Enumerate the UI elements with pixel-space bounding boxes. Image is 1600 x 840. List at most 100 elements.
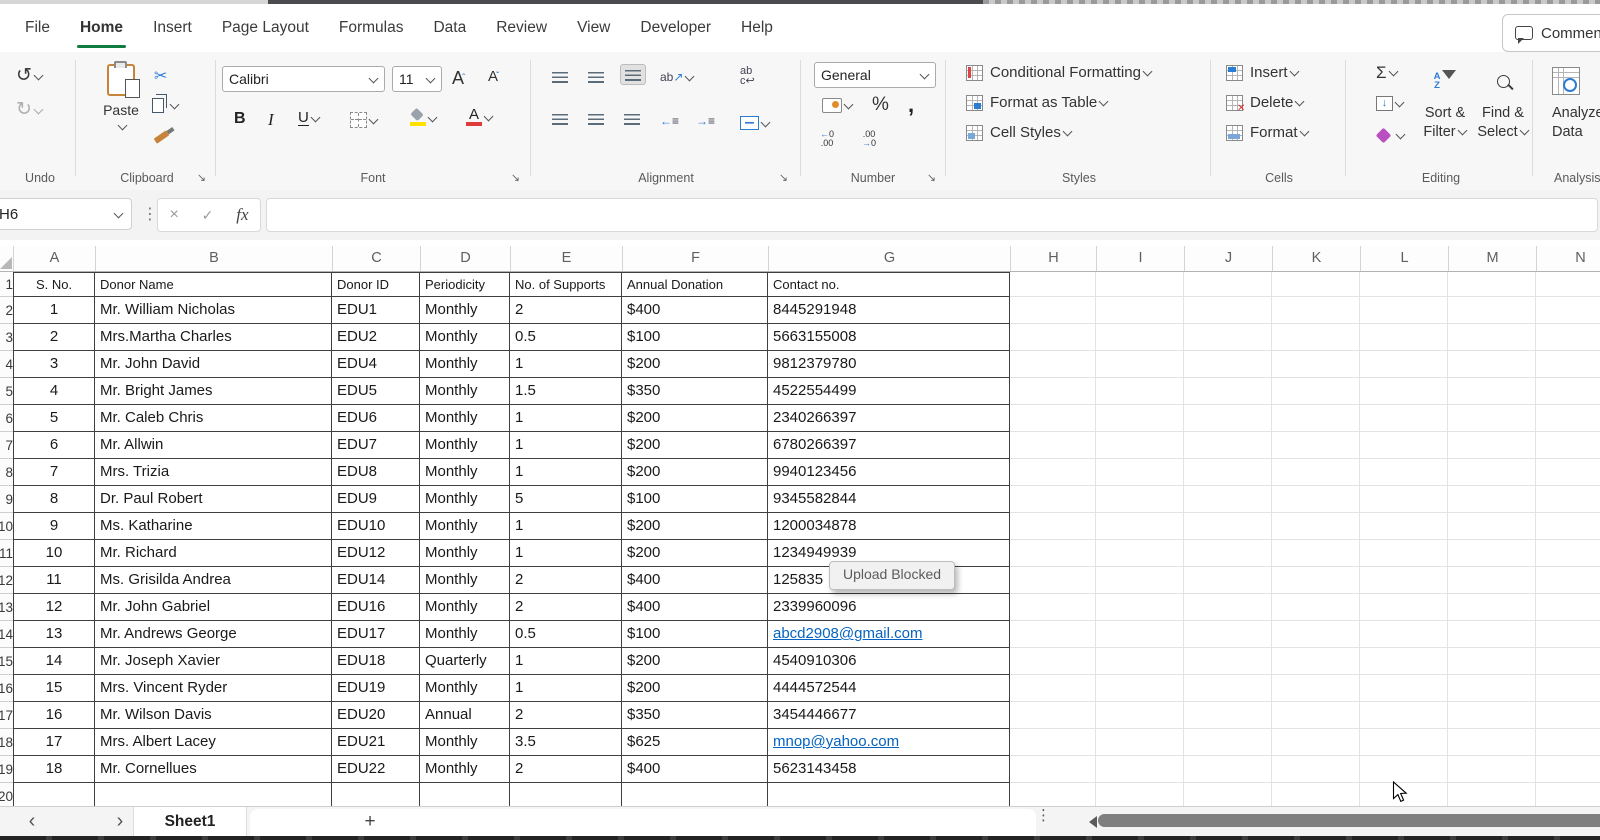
- cell-A12[interactable]: 11: [13, 567, 95, 594]
- row-header-17[interactable]: 17: [0, 702, 13, 729]
- cell-C15[interactable]: EDU18: [332, 648, 420, 675]
- italic-button[interactable]: I: [268, 110, 274, 130]
- column-header-M[interactable]: M: [1449, 246, 1537, 271]
- scrollbar-splitter-icon[interactable]: ⋮: [1036, 809, 1051, 822]
- row-header-12[interactable]: 12: [0, 567, 13, 594]
- cell-B11[interactable]: Mr. Richard: [95, 540, 332, 567]
- cell-N1[interactable]: [1536, 272, 1600, 297]
- cell-I10[interactable]: [1096, 513, 1184, 540]
- cell-J2[interactable]: [1184, 297, 1272, 324]
- cell-G14[interactable]: abcd2908@gmail.com: [768, 621, 1010, 648]
- number-dialog-launcher[interactable]: ↘: [927, 171, 936, 184]
- cell-A16[interactable]: 15: [13, 675, 95, 702]
- cell-J16[interactable]: [1184, 675, 1272, 702]
- column-header-N[interactable]: N: [1537, 246, 1600, 271]
- confirm-entry-button[interactable]: ✓: [202, 207, 214, 224]
- cell-K20[interactable]: [1272, 783, 1360, 806]
- cell-C14[interactable]: EDU17: [332, 621, 420, 648]
- cell-C3[interactable]: EDU2: [332, 324, 420, 351]
- cell-D18[interactable]: Monthly: [420, 729, 510, 756]
- format-cells-button[interactable]: Format: [1226, 124, 1342, 141]
- cell-H11[interactable]: [1010, 540, 1096, 567]
- cell-I13[interactable]: [1096, 594, 1184, 621]
- cell-J3[interactable]: [1184, 324, 1272, 351]
- column-header-C[interactable]: C: [333, 246, 421, 271]
- cell-L14[interactable]: [1360, 621, 1448, 648]
- cell-E18[interactable]: 3.5: [510, 729, 622, 756]
- cell-A10[interactable]: 9: [13, 513, 95, 540]
- cell-N13[interactable]: [1536, 594, 1600, 621]
- cell-G9[interactable]: 9345582844: [768, 486, 1010, 513]
- cell-F17[interactable]: $350: [622, 702, 768, 729]
- ribbon-tab-home[interactable]: Home: [65, 4, 138, 52]
- cell-F12[interactable]: $400: [622, 567, 768, 594]
- cell-K16[interactable]: [1272, 675, 1360, 702]
- accounting-format-button[interactable]: [822, 98, 853, 113]
- cell-I15[interactable]: [1096, 648, 1184, 675]
- ribbon-tab-help[interactable]: Help: [726, 4, 788, 52]
- cell-K13[interactable]: [1272, 594, 1360, 621]
- cell-E6[interactable]: 1: [510, 405, 622, 432]
- cell-J11[interactable]: [1184, 540, 1272, 567]
- analyze-data-button[interactable]: Analyze Data: [1552, 66, 1600, 142]
- cell-M6[interactable]: [1448, 405, 1536, 432]
- middle-align-button[interactable]: [588, 72, 604, 83]
- cell-F16[interactable]: $200: [622, 675, 768, 702]
- cell-D4[interactable]: Monthly: [420, 351, 510, 378]
- cell-D5[interactable]: Monthly: [420, 378, 510, 405]
- cell-N4[interactable]: [1536, 351, 1600, 378]
- cell-F10[interactable]: $200: [622, 513, 768, 540]
- cell-H10[interactable]: [1010, 513, 1096, 540]
- cell-F19[interactable]: $400: [622, 756, 768, 783]
- cell-A3[interactable]: 2: [13, 324, 95, 351]
- cell-M11[interactable]: [1448, 540, 1536, 567]
- increase-decimal-button[interactable]: ←0.00: [820, 130, 834, 148]
- cell-F4[interactable]: $200: [622, 351, 768, 378]
- cell-E8[interactable]: 1: [510, 459, 622, 486]
- cell-C4[interactable]: EDU4: [332, 351, 420, 378]
- column-header-J[interactable]: J: [1185, 246, 1273, 271]
- cell-B7[interactable]: Mr. Allwin: [95, 432, 332, 459]
- cell-A6[interactable]: 5: [13, 405, 95, 432]
- font-dialog-launcher[interactable]: ↘: [511, 171, 520, 184]
- comma-style-button[interactable]: ,: [908, 100, 914, 110]
- row-header-6[interactable]: 6: [0, 405, 13, 432]
- cell-L16[interactable]: [1360, 675, 1448, 702]
- contact-link[interactable]: mnop@yahoo.com: [773, 733, 899, 750]
- cell-B10[interactable]: Ms. Katharine: [95, 513, 332, 540]
- cell-E20[interactable]: [510, 783, 622, 806]
- cell-K19[interactable]: [1272, 756, 1360, 783]
- cell-A14[interactable]: 13: [13, 621, 95, 648]
- cell-K5[interactable]: [1272, 378, 1360, 405]
- cell-B5[interactable]: Mr. Bright James: [95, 378, 332, 405]
- cell-A5[interactable]: 4: [13, 378, 95, 405]
- cell-C18[interactable]: EDU21: [332, 729, 420, 756]
- font-name-combo[interactable]: Calibri: [222, 66, 385, 92]
- cell-B17[interactable]: Mr. Wilson Davis: [95, 702, 332, 729]
- cell-styles-button[interactable]: Cell Styles: [966, 124, 1206, 141]
- ribbon-tab-review[interactable]: Review: [481, 4, 562, 52]
- cell-H16[interactable]: [1010, 675, 1096, 702]
- cell-H4[interactable]: [1010, 351, 1096, 378]
- cell-B2[interactable]: Mr. William Nicholas: [95, 297, 332, 324]
- cell-M14[interactable]: [1448, 621, 1536, 648]
- cell-C1[interactable]: Donor ID: [332, 272, 420, 297]
- cell-B6[interactable]: Mr. Caleb Chris: [95, 405, 332, 432]
- cell-G2[interactable]: 8445291948: [768, 297, 1010, 324]
- row-header-19[interactable]: 19: [0, 756, 13, 783]
- row-header-7[interactable]: 7: [0, 432, 13, 459]
- cell-D9[interactable]: Monthly: [420, 486, 510, 513]
- row-header-4[interactable]: 4: [0, 351, 13, 378]
- cell-E11[interactable]: 1: [510, 540, 622, 567]
- cell-A2[interactable]: 1: [13, 297, 95, 324]
- cell-B13[interactable]: Mr. John Gabriel: [95, 594, 332, 621]
- cell-D20[interactable]: [420, 783, 510, 806]
- cell-N14[interactable]: [1536, 621, 1600, 648]
- cell-E2[interactable]: 2: [510, 297, 622, 324]
- cell-B8[interactable]: Mrs. Trizia: [95, 459, 332, 486]
- cancel-entry-button[interactable]: ×: [169, 206, 178, 224]
- cell-I20[interactable]: [1096, 783, 1184, 806]
- cell-N20[interactable]: [1536, 783, 1600, 806]
- grow-font-button[interactable]: Aˆ: [452, 68, 465, 89]
- column-header-B[interactable]: B: [96, 246, 333, 271]
